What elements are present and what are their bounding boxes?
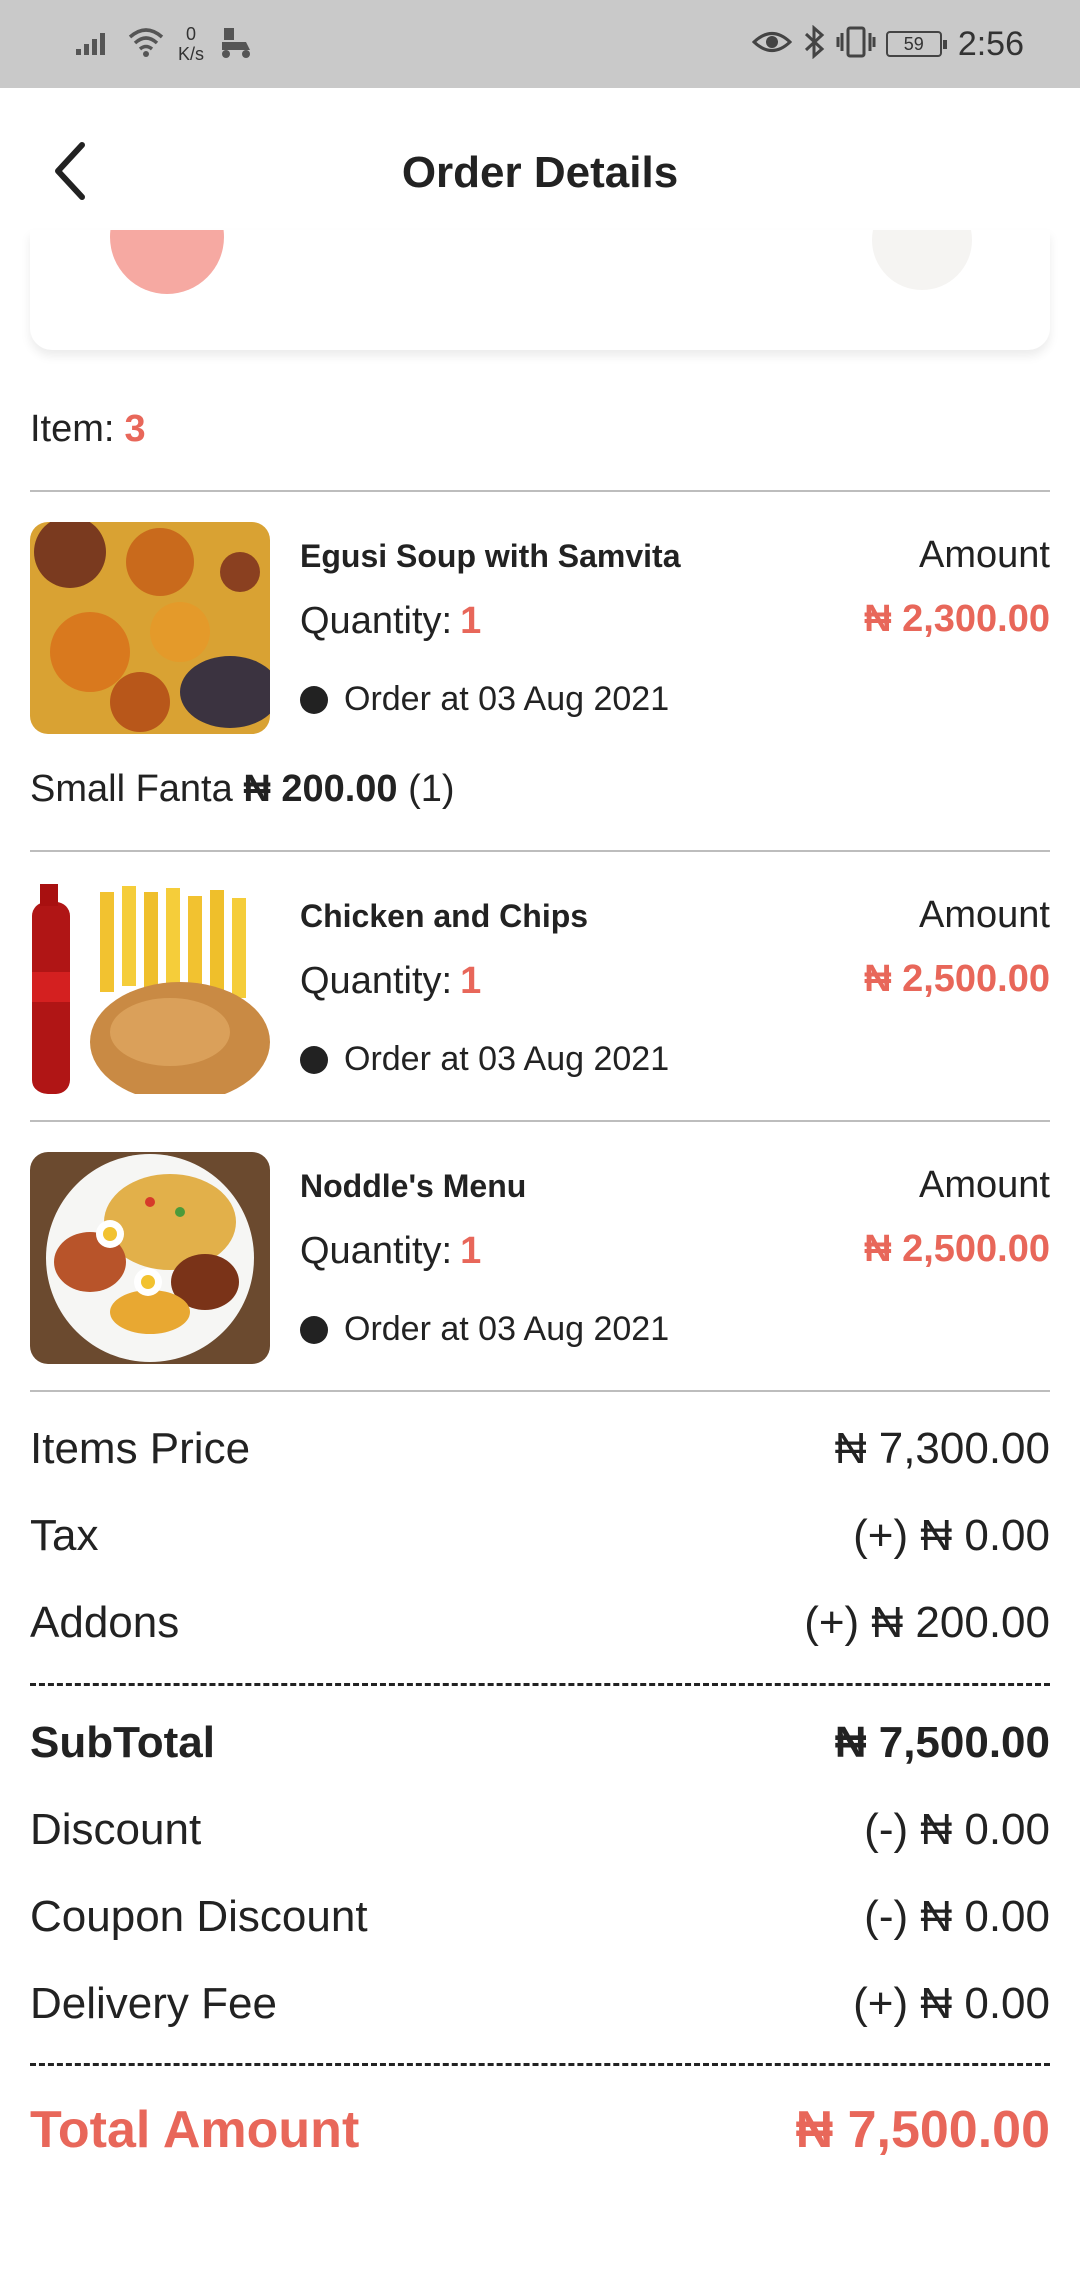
egusi-soup-image [30,522,270,734]
restaurant-avatar [110,230,224,294]
order-date: Order at 03 Aug 2021 [300,1040,669,1079]
bluetooth-icon [802,24,826,64]
divider [30,490,1050,492]
total-amount-row: Total Amount ₦ 7,500.00 [30,2100,1050,2164]
total-amount-value: ₦ 7,500.00 [795,2101,1050,2159]
amount-label: Amount [919,894,1050,936]
amount-label: Amount [919,1164,1050,1206]
subtotal-label: SubTotal [30,1718,215,1767]
coupon-discount-label: Coupon Discount [30,1892,368,1941]
quantity-label: Quantity: [300,600,453,642]
delivery-fee-row: Delivery Fee (+) ₦ 0.00 [30,1979,1050,2035]
items-price-label: Items Price [30,1424,251,1473]
bullet-icon [300,1315,328,1344]
order-date-text: Order at 03 Aug 2021 [344,1310,670,1348]
delivery-fee-label: Delivery Fee [30,1979,277,2028]
amount-label: Amount [919,534,1050,576]
item-name: Egusi Soup with Samvita [300,538,681,574]
divider [30,1120,1050,1122]
item-quantity: Quantity: 1 [300,1230,481,1273]
restaurant-card [30,230,1050,350]
speed-unit: K/s [178,44,205,64]
tax-label: Tax [30,1511,99,1560]
discount-value: (-) ₦ 0.00 [864,1805,1050,1854]
dashed-divider [30,1683,1050,1686]
wifi-icon [126,26,166,63]
addon-price: ₦ 200.00 [243,768,398,810]
bullet-icon [300,685,328,714]
addon-name: Small Fanta [30,768,233,810]
addon-count: (1) [408,768,455,810]
order-date: Order at 03 Aug 2021 [300,1310,669,1349]
addons-row: Addons (+) ₦ 200.00 [30,1598,1050,1654]
divider [30,1390,1050,1392]
quantity-value: 1 [460,960,482,1002]
bullet-icon [300,1045,328,1074]
addons-value: (+) ₦ 200.00 [804,1598,1050,1647]
subtotal-value: ₦ 7,500.00 [834,1718,1050,1767]
quantity-value: 1 [460,1230,482,1272]
battery-icon: 59 [885,31,947,57]
item-name: Noddle's Menu [300,1168,527,1204]
discount-label: Discount [30,1805,202,1854]
item-count-value: 3 [124,408,146,450]
quantity-label: Quantity: [300,960,453,1002]
signal-icon [74,27,114,62]
order-item: Noddle's Menu Quantity: 1 Order at 03 Aug… [30,1152,1050,1364]
delivery-fee-value: (+) ₦ 0.00 [853,1979,1050,2028]
total-amount-label: Total Amount [30,2101,360,2159]
items-price-row: Items Price ₦ 7,300.00 [30,1424,1050,1480]
subtotal-row: SubTotal ₦ 7,500.00 [30,1718,1050,1774]
item-count-label: Item: [30,408,115,450]
addons-label: Addons [30,1598,180,1647]
coupon-discount-value: (-) ₦ 0.00 [864,1892,1050,1941]
page-title: Order Details [401,148,679,197]
speed-value: 0 [186,24,197,44]
tax-value: (+) ₦ 0.00 [853,1511,1050,1560]
item-quantity: Quantity: 1 [300,600,481,643]
coupon-discount-row: Coupon Discount (-) ₦ 0.00 [30,1892,1050,1948]
item-name: Chicken and Chips [300,898,589,934]
quantity-value: 1 [460,600,482,642]
chicken-chips-image [30,882,270,1094]
network-speed: 0 K/s [178,24,204,64]
status-bar: 0 K/s 59 2:56 [0,0,1080,88]
discount-row: Discount (-) ₦ 0.00 [30,1805,1050,1861]
item-quantity: Quantity: 1 [300,960,481,1003]
item-count: Item: 3 [30,408,146,451]
order-item: Chicken and Chips Quantity: 1 Order at 03… [30,882,1050,1094]
tax-row: Tax (+) ₦ 0.00 [30,1511,1050,1567]
amount-value: ₦ 2,500.00 [864,958,1050,1000]
items-price-value: ₦ 7,300.00 [834,1424,1050,1473]
amount-value: ₦ 2,500.00 [864,1228,1050,1270]
clock: 2:56 [957,24,1024,63]
dashed-divider [30,2063,1050,2066]
noodles-plate-image [30,1152,270,1364]
order-date: Order at 03 Aug 2021 [300,680,669,719]
eye-icon [751,27,792,62]
addon-line: Small Fanta ₦ 200.00 (1) [30,768,455,811]
vibrate-icon [836,25,876,64]
order-date-text: Order at 03 Aug 2021 [344,680,670,718]
quantity-label: Quantity: [300,1230,453,1272]
amount-value: ₦ 2,300.00 [864,598,1050,640]
divider [30,850,1050,852]
order-date-text: Order at 03 Aug 2021 [344,1040,670,1078]
delivery-scooter-icon [216,24,256,65]
chat-button[interactable] [872,230,972,290]
order-item: Egusi Soup with Samvita Quantity: 1 Order… [30,522,1050,734]
